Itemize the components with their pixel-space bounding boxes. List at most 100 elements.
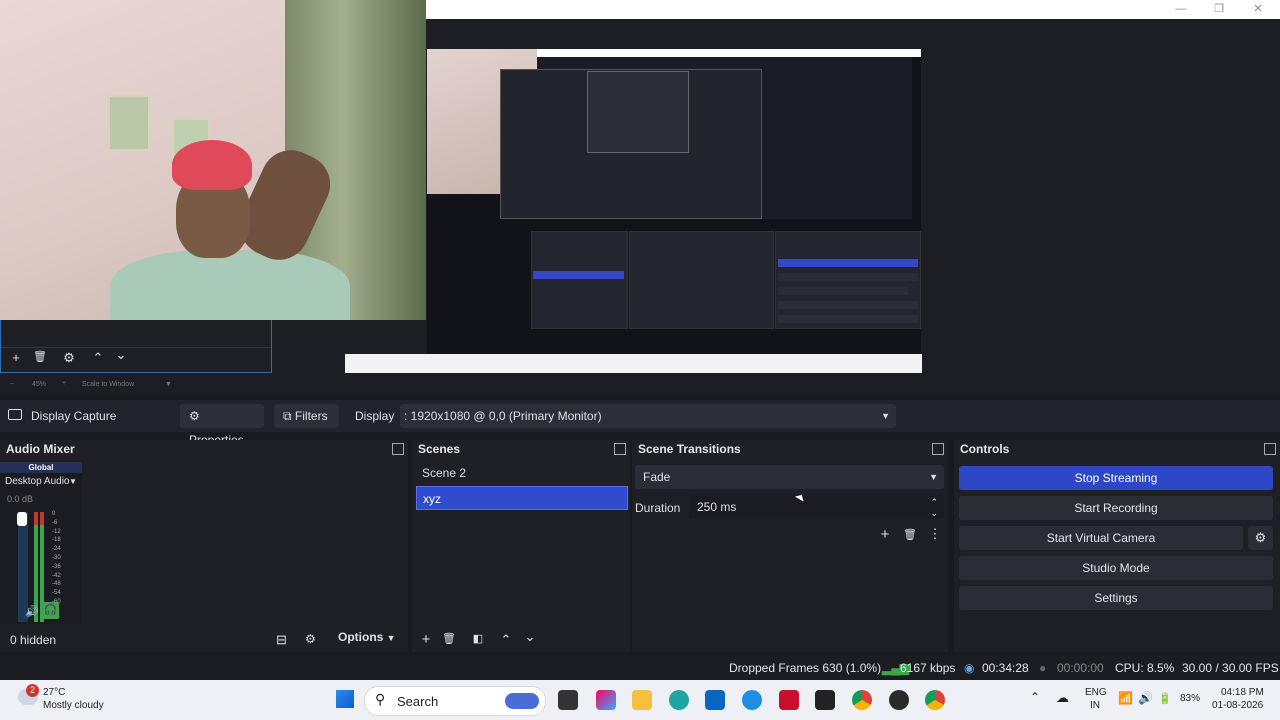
duration-field[interactable]: 250 ms ⌃ ⌄ [689, 495, 944, 519]
help-icon[interactable] [742, 690, 762, 710]
nested-title-bar [537, 49, 921, 57]
task-view-icon[interactable] [558, 690, 578, 710]
properties-button[interactable]: ⚙ Properties [180, 404, 264, 447]
status-bar: Dropped Frames 630 (1.0%) ▂▄▆ 6167 kbps … [0, 656, 1280, 680]
chevron-down-icon: ▼ [881, 411, 890, 421]
onedrive-icon[interactable]: ☁ [1056, 690, 1069, 706]
scene-transitions-dock: Scene Transitions Fade ▼ Duration 250 ms… [632, 440, 948, 652]
scene-item-selected[interactable]: xyz [416, 486, 628, 510]
person-body [110, 250, 350, 320]
undock-icon[interactable] [614, 443, 626, 455]
transition-value: Fade [643, 470, 671, 484]
dropped-frames: Dropped Frames 630 (1.0%) [729, 661, 882, 675]
dropbox-icon[interactable] [815, 690, 835, 710]
recording-icon: ● [1039, 661, 1047, 675]
volume-icon[interactable]: 🔊 [1138, 691, 1153, 705]
start-recording-button[interactable]: Start Recording [959, 496, 1273, 520]
language-region[interactable]: IN [1090, 700, 1100, 711]
nested-stop-streaming [778, 259, 918, 267]
webcam-source-image[interactable] [0, 0, 426, 320]
studio-mode-button[interactable]: Studio Mode [959, 556, 1273, 580]
scene-filter-icon[interactable]: ◧ [469, 632, 487, 645]
undock-icon[interactable] [392, 443, 404, 455]
add-scene-icon[interactable]: + [417, 631, 435, 648]
scenes-dock: Scenes Scene 2 xyz + 🗑 ◧ ⌃ ⌄ [412, 440, 630, 652]
chevron-down-icon[interactable]: ▼ [69, 477, 77, 486]
headphone-icon[interactable]: 🎧 [42, 602, 59, 619]
sources-panel: + 🗑 ⚙ ⌃ ⌄ [0, 320, 272, 373]
speaker-icon[interactable]: 🔊 [25, 605, 39, 618]
windows-start-icon[interactable] [336, 690, 354, 708]
nested-scene-selected [533, 271, 624, 279]
add-source-icon[interactable]: + [7, 350, 25, 365]
cpu-usage: CPU: 8.5% [1115, 661, 1175, 675]
edge-icon[interactable] [669, 690, 689, 710]
taskbar-search[interactable]: ⚲ Search [364, 686, 546, 716]
chevron-up-icon[interactable]: ⌃ [1030, 690, 1040, 704]
obs-icon[interactable] [889, 690, 909, 710]
nested-transitions-panel [629, 231, 774, 329]
virtual-camera-settings-icon[interactable]: ⚙ [1248, 526, 1273, 550]
start-virtual-camera-button[interactable]: Start Virtual Camera [959, 526, 1243, 550]
move-down-icon[interactable]: ⌄ [521, 629, 539, 645]
undock-icon[interactable] [1264, 443, 1276, 455]
zoom-menu-icon[interactable]: ▼ [165, 381, 172, 388]
clock-date[interactable]: 01-08-2026 [1212, 700, 1263, 711]
battery-icon[interactable]: 🔋 [1158, 692, 1172, 705]
hidden-count: 0 hidden [10, 633, 57, 647]
zoom-level: 45% [32, 381, 47, 388]
transition-select[interactable]: Fade ▼ [635, 465, 944, 489]
chrome-icon[interactable] [852, 690, 872, 710]
display-value: : 1920x1080 @ 0,0 (Primary Monitor) [404, 409, 602, 423]
trash-icon[interactable]: 🗑 [31, 350, 49, 363]
file-explorer-icon[interactable] [632, 690, 652, 710]
zoom-out-icon[interactable]: − [10, 381, 14, 388]
settings-button[interactable]: Settings [959, 586, 1273, 610]
close-button[interactable]: ✕ [1243, 2, 1273, 17]
mixer-settings-icon[interactable]: ⚙ [305, 632, 316, 646]
layout-icon[interactable]: ⊟ [276, 632, 287, 648]
options-button[interactable]: Options ▼ [338, 630, 400, 648]
chrome-icon[interactable] [925, 690, 945, 710]
display-capture-preview[interactable] [345, 49, 922, 373]
nested-scenes-panel [531, 231, 628, 329]
wifi-icon[interactable]: 📶 [1118, 691, 1133, 705]
add-transition-icon[interactable]: + [876, 526, 894, 543]
weather-badge: 2 [26, 684, 39, 697]
clock-time[interactable]: 04:18 PM [1221, 687, 1264, 698]
zoom-in-icon[interactable]: + [62, 380, 66, 387]
duration-label: Duration [635, 501, 681, 515]
move-down-icon[interactable]: ⌄ [112, 347, 130, 363]
audio-mixer-dock: Audio Mixer Global Desktop Audio ▼ 0.0 d… [0, 440, 408, 652]
language-code[interactable]: ENG [1085, 687, 1107, 698]
wall-picture [108, 95, 150, 151]
minimize-button[interactable]: — [1166, 2, 1196, 17]
maximize-button[interactable]: ❐ [1204, 2, 1234, 17]
volume-slider-handle[interactable] [17, 512, 27, 526]
filters-button[interactable]: ⧉ Filters [274, 404, 339, 428]
scale-to-window[interactable]: Scale to Window [82, 381, 134, 388]
device-name[interactable]: Desktop Audio [5, 476, 70, 487]
stop-streaming-button[interactable]: Stop Streaming [959, 466, 1273, 490]
filters-label: Filters [294, 409, 328, 423]
gear-icon[interactable]: ⚙ [60, 350, 78, 366]
copilot-icon[interactable] [596, 690, 616, 710]
controls-title: Controls [960, 442, 1010, 456]
mcafee-icon[interactable] [779, 690, 799, 710]
undock-icon[interactable] [932, 443, 944, 455]
store-icon[interactable] [705, 690, 725, 710]
move-up-icon[interactable]: ⌃ [89, 350, 107, 366]
decrement-icon[interactable]: ⌄ [930, 501, 938, 525]
source-name: Display Capture [31, 409, 117, 423]
scene-item[interactable]: Scene 2 [416, 461, 628, 485]
global-label: Global [0, 462, 82, 473]
search-label: Search [397, 694, 439, 709]
window-title-bar: — ❐ ✕ [426, 0, 1280, 19]
search-highlight-icon [505, 693, 539, 709]
move-up-icon[interactable]: ⌃ [497, 632, 515, 648]
audio-mixer-title: Audio Mixer [6, 442, 75, 456]
more-options-icon[interactable]: ⋮ [926, 526, 944, 542]
display-select[interactable]: : 1920x1080 @ 0,0 (Primary Monitor) ▼ [400, 404, 896, 428]
trash-icon[interactable]: 🗑 [901, 528, 919, 541]
trash-icon[interactable]: 🗑 [440, 632, 458, 645]
